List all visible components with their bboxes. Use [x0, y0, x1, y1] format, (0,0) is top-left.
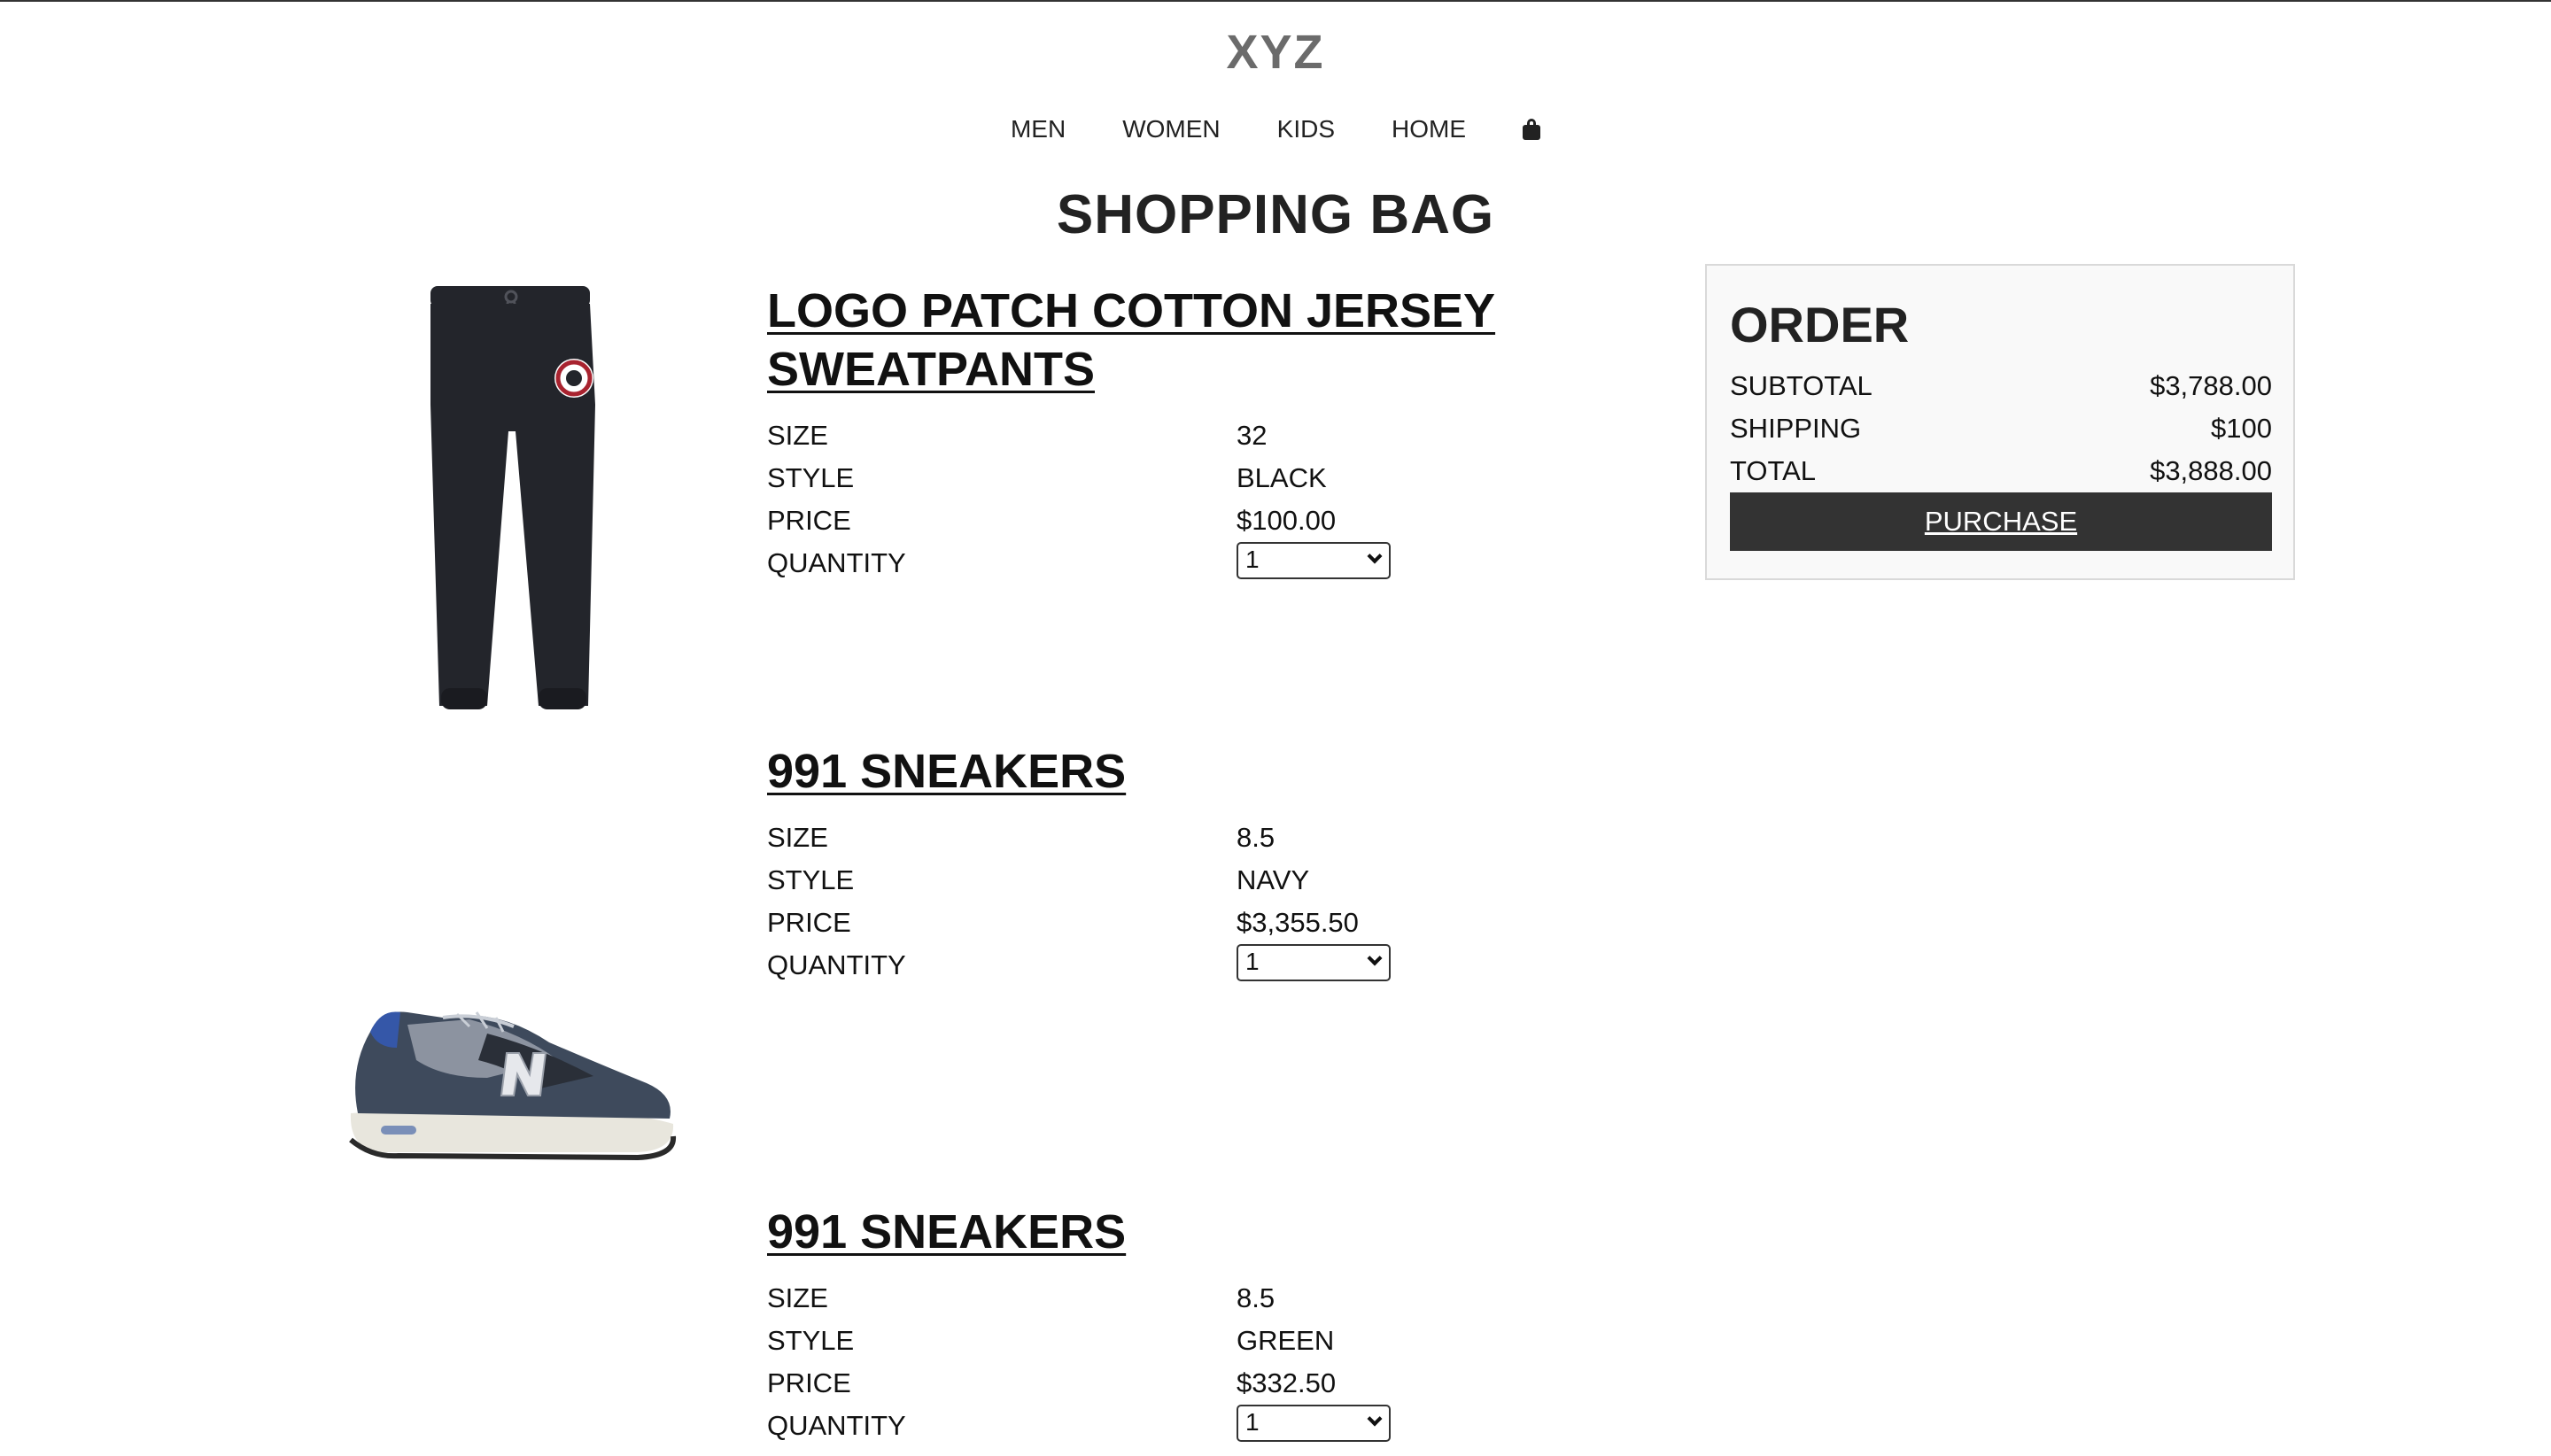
total-value: $3,888.00	[2150, 455, 2272, 486]
purchase-button[interactable]: PURCHASE	[1730, 492, 2272, 551]
size-row: SIZE 8.5	[767, 822, 1564, 864]
total-row: TOTAL $3,888.00	[1730, 455, 2272, 487]
nav-kids[interactable]: KIDS	[1277, 115, 1335, 143]
chevron-down-icon	[1367, 950, 1383, 966]
quantity-value: 1	[1245, 948, 1260, 975]
quantity-row: QUANTITY 1	[767, 542, 1564, 590]
style-label: STYLE	[767, 864, 855, 895]
quantity-select[interactable]: 1	[1237, 542, 1391, 579]
brand-logo[interactable]: XYZ	[0, 25, 2551, 80]
price-label: PRICE	[767, 907, 851, 938]
chevron-down-icon	[1367, 1411, 1383, 1427]
subtotal-row: SUBTOTAL $3,788.00	[1730, 370, 2272, 402]
nav-women[interactable]: WOMEN	[1122, 115, 1220, 143]
price-value: $332.50	[1237, 1367, 1337, 1398]
price-value: $3,355.50	[1237, 907, 1359, 938]
quantity-label: QUANTITY	[767, 949, 906, 980]
page-title: SHOPPING BAG	[1056, 184, 1495, 245]
chevron-down-icon	[1367, 548, 1383, 564]
quantity-row: QUANTITY 1	[767, 944, 1564, 992]
item-title[interactable]: 991 SNEAKERS	[767, 1203, 1564, 1261]
style-row: STYLE BLACK	[767, 462, 1564, 505]
size-label: SIZE	[767, 1282, 828, 1313]
main-nav: MEN WOMEN KIDS HOME	[0, 115, 2551, 143]
quantity-label: QUANTITY	[767, 547, 906, 578]
price-row: PRICE $332.50	[767, 1367, 1564, 1410]
quantity-label: QUANTITY	[767, 1410, 906, 1441]
item-title[interactable]: 991 SNEAKERS	[767, 742, 1564, 801]
item-title[interactable]: LOGO PATCH COTTON JERSEY SWEATPANTS	[767, 282, 1564, 399]
quantity-value: 1	[1245, 1408, 1260, 1436]
size-value: 32	[1237, 420, 1268, 451]
style-value: NAVY	[1237, 864, 1310, 895]
sneaker-image[interactable]	[345, 963, 682, 1166]
size-value: 8.5	[1237, 1282, 1276, 1313]
order-title: ORDER	[1730, 297, 1910, 352]
style-row: STYLE GREEN	[767, 1325, 1564, 1367]
nav-home[interactable]: HOME	[1392, 115, 1466, 143]
price-value: $100.00	[1237, 505, 1337, 536]
quantity-row: QUANTITY 1	[767, 1405, 1564, 1452]
style-label: STYLE	[767, 1325, 855, 1356]
size-label: SIZE	[767, 822, 828, 853]
nav-men[interactable]: MEN	[1011, 115, 1066, 143]
price-row: PRICE $3,355.50	[767, 907, 1564, 949]
size-row: SIZE 8.5	[767, 1282, 1564, 1325]
shipping-value: $100	[2211, 413, 2272, 444]
quantity-value: 1	[1245, 546, 1260, 573]
quantity-select[interactable]: 1	[1237, 1405, 1391, 1442]
style-label: STYLE	[767, 462, 855, 493]
style-value: GREEN	[1237, 1325, 1335, 1356]
size-row: SIZE 32	[767, 420, 1564, 462]
shopping-bag-icon[interactable]	[1523, 119, 1541, 140]
total-label: TOTAL	[1730, 455, 1817, 486]
style-row: STYLE NAVY	[767, 864, 1564, 907]
style-value: BLACK	[1237, 462, 1327, 493]
size-value: 8.5	[1237, 822, 1276, 853]
subtotal-value: $3,788.00	[2150, 370, 2272, 401]
shipping-label: SHIPPING	[1730, 413, 1862, 444]
price-label: PRICE	[767, 1367, 851, 1398]
order-summary: ORDER SUBTOTAL $3,788.00 SHIPPING $100 T…	[1705, 264, 2295, 580]
price-row: PRICE $100.00	[767, 505, 1564, 547]
shipping-row: SHIPPING $100	[1730, 413, 2272, 445]
price-label: PRICE	[767, 505, 851, 536]
sweatpants-image[interactable]	[345, 281, 682, 724]
quantity-select[interactable]: 1	[1237, 944, 1391, 981]
subtotal-label: SUBTOTAL	[1730, 370, 1873, 401]
size-label: SIZE	[767, 420, 828, 451]
